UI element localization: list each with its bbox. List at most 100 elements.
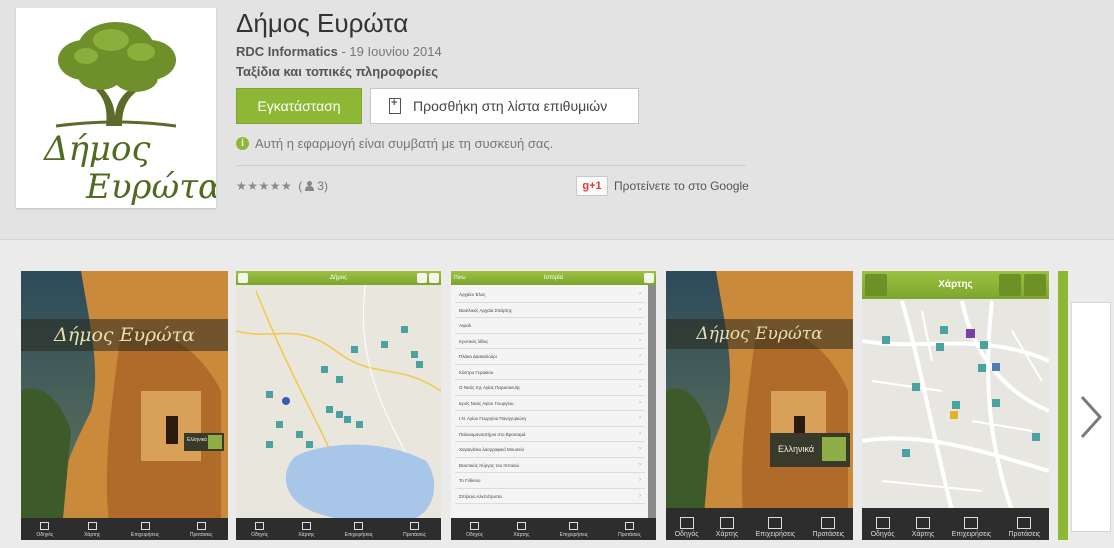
bookmark-add-icon: [389, 97, 401, 114]
bottom-tab-bar: Οδηγός Χάρτης Επιχειρήσεις Προτάσεις: [236, 518, 441, 540]
wishlist-button[interactable]: Προσθήκη στη λίστα επιθυμιών: [370, 88, 639, 124]
list-item[interactable]: Το Γύθειου ›: [455, 473, 645, 489]
walker-icon: [196, 522, 206, 530]
walker-icon: [409, 522, 419, 530]
list-item[interactable]: Σπήλαιο Αλεπότρυπα ›: [455, 489, 645, 504]
tab-label: Οδηγός: [251, 532, 269, 538]
refresh-icon[interactable]: [417, 273, 427, 283]
tab-guide[interactable]: Οδηγός: [251, 522, 268, 538]
tab-map[interactable]: Χάρτης: [298, 522, 315, 538]
list-item[interactable]: Ι.Ν. Αγίου Γεωργίου Πανηγυριώτη ›: [455, 411, 645, 427]
screenshot-carousel: Δήμος Ευρώτα Ελληνικά Οδηγός Χάρτης Επιχ…: [0, 241, 1114, 548]
home-icon[interactable]: [238, 273, 248, 283]
tab-label: Επιχειρήσεις: [344, 532, 373, 538]
list-item[interactable]: Αιγιαλ ›: [455, 318, 645, 334]
bottom-tab-bar: Οδηγός Χάρτης Επιχειρήσεις Προτάσεις: [451, 518, 656, 540]
list-item-label: Βασιλικός Αρχαία Σπάρτης: [459, 307, 512, 313]
walker-icon: [624, 522, 634, 530]
category-link[interactable]: Ταξίδια και τοπικές πληροφορίες: [236, 64, 438, 79]
tab-suggestions[interactable]: Προτάσεις: [618, 522, 641, 538]
splash-title: Δήμος Ευρώτα: [54, 324, 195, 346]
signpost-icon: [255, 522, 265, 530]
wishlist-label: Προσθήκη στη λίστα επιθυμιών: [413, 98, 608, 114]
language-button[interactable]: Ελληνικά: [770, 433, 850, 467]
screenshot-partial[interactable]: [1058, 271, 1068, 540]
app-header: Δήμος Ευρώτα Δήμος Ευρώτα RDC Informatic…: [0, 0, 1114, 240]
home-icon[interactable]: [865, 274, 887, 296]
language-label: Ελληνικά: [187, 437, 208, 443]
list-item[interactable]: Βασιλικός Αρχαία Σπάρτης ›: [455, 303, 645, 318]
tab-label: Χάρτης: [513, 532, 530, 538]
tab-businesses[interactable]: Επιχειρήσεις: [345, 522, 373, 538]
language-swatch: [822, 437, 846, 461]
chevron-right-icon: ›: [639, 492, 641, 499]
chevron-right-icon: ›: [639, 291, 641, 297]
list-item[interactable]: Χαγιανίτικο λαογραφικό Μουσείο ›: [455, 442, 645, 458]
list-item[interactable]: Ο Ναός της Αγίας Παρασκευής ›: [455, 380, 645, 396]
developer-line: RDC Informatics - 19 Ιουνίου 2014: [236, 44, 442, 59]
tab-suggestions[interactable]: Προτάσεις: [403, 522, 426, 538]
list-item[interactable]: Παλαιομοναστήριο στο Βρονταμά ›: [455, 427, 645, 442]
tab-guide[interactable]: Οδηγός: [36, 522, 53, 538]
compatibility-notice: i Αυτή η εφαρμογή είναι συμβατή με τη συ…: [236, 136, 553, 151]
tab-guide[interactable]: Οδηγός: [871, 517, 895, 538]
tab-businesses[interactable]: Επιχειρήσεις: [560, 522, 588, 538]
back-button[interactable]: Πίσω: [454, 271, 466, 285]
refresh-icon[interactable]: [999, 274, 1021, 296]
language-button[interactable]: Ελληνικά: [184, 433, 224, 451]
install-button[interactable]: Εγκατάσταση: [236, 88, 362, 124]
scrollbar[interactable]: [648, 285, 656, 518]
header-title: Δήμος: [329, 275, 348, 281]
screenshot-history-list[interactable]: Πίσω Ιστορία Αρχαίοι Έλος › Βασιλικός Αρχα…: [451, 271, 656, 540]
header-title: Ιστορία: [543, 275, 564, 281]
tab-map[interactable]: Χάρτης: [715, 517, 739, 538]
globe-icon[interactable]: [429, 273, 439, 283]
tab-label: Χάρτης: [715, 531, 739, 538]
developer-link[interactable]: RDC Informatics: [236, 44, 338, 59]
list-item-label: Ι.Ν. Αγίου Γεωργίου Πανηγυριώτη: [459, 416, 527, 421]
list-item-label: Σπήλαιο Αλεπότρυπα: [459, 493, 502, 499]
list-item[interactable]: Βενετικός πύργος του Ιππικού ›: [455, 458, 645, 473]
list-item-label: Αιγιαλ: [459, 323, 472, 328]
chevron-right-icon: ›: [639, 306, 641, 313]
tab-suggestions[interactable]: Προτάσεις: [812, 517, 844, 538]
list-item-label: Ιερός Ναός Αγίου Γεωργίου: [459, 400, 514, 406]
tab-map[interactable]: Χάρτης: [84, 522, 100, 538]
tab-businesses[interactable]: Επιχειρήσεις: [952, 517, 991, 538]
tab-suggestions[interactable]: Προτάσεις: [1008, 517, 1040, 538]
chevron-right-icon: ›: [639, 322, 641, 328]
app-header-bar: Πίσω Ιστορία: [451, 271, 656, 285]
globe-icon[interactable]: [1024, 274, 1046, 296]
list-item[interactable]: Ιερός Ναός Αγίου Γεωργίου ›: [455, 396, 645, 411]
app-title: Δήμος Ευρώτα: [236, 8, 409, 38]
screenshot-city-map[interactable]: Χάρτης Οδηγός Χάρτης Επιχειρήσεις Προτάσ…: [862, 271, 1049, 540]
list-item-label: Χαγιανίτικο λαογραφικό Μουσείο: [459, 447, 524, 452]
google-plus-button[interactable]: g+1: [576, 176, 608, 196]
briefcase-icon: [140, 522, 150, 530]
info-icon: i: [236, 137, 249, 150]
screenshot-splash-1[interactable]: Δήμος Ευρώτα Ελληνικά Οδηγός Χάρτης Επιχ…: [21, 271, 228, 540]
list-item[interactable]: Κάστρο Γερακίου ›: [455, 365, 645, 380]
tab-guide[interactable]: Οδηγός: [675, 517, 699, 538]
list-item[interactable]: Κρυτικός λίθος ›: [455, 334, 645, 349]
tab-businesses[interactable]: Επιχειρήσεις: [756, 517, 795, 538]
cliff-photo-icon: [666, 271, 853, 540]
list-item[interactable]: Αρχαίοι Έλος ›: [455, 287, 645, 303]
tab-map[interactable]: Χάρτης: [513, 522, 530, 538]
screenshot-splash-2[interactable]: Δήμος Ευρώτα Ελληνικά Οδηγός Χάρτης Επιχ…: [666, 271, 853, 540]
briefcase-icon: [354, 522, 364, 530]
app-header-bar: Δήμος: [236, 271, 441, 285]
list-item[interactable]: Πλάκα Δασκαλούρι ›: [455, 349, 645, 365]
briefcase-icon: [964, 517, 979, 529]
tab-suggestions[interactable]: Προτάσεις: [190, 522, 213, 538]
list-item-label: Βενετικός πύργος του Ιππικού: [459, 462, 520, 468]
screenshot-map-overview[interactable]: Δήμος Οδηγός Χάρτης Επιχειρήσεις Προτάσε…: [236, 271, 441, 540]
tab-businesses[interactable]: Επιχειρήσεις: [131, 522, 159, 538]
next-screenshot-button[interactable]: [1071, 302, 1111, 532]
tab-label: Προτάσεις: [812, 531, 845, 538]
signpost-icon: [875, 517, 890, 529]
tab-guide[interactable]: Οδηγός: [466, 522, 483, 538]
globe-icon[interactable]: [644, 273, 654, 283]
tab-map[interactable]: Χάρτης: [912, 517, 934, 538]
review-count[interactable]: ( 3): [298, 179, 328, 193]
